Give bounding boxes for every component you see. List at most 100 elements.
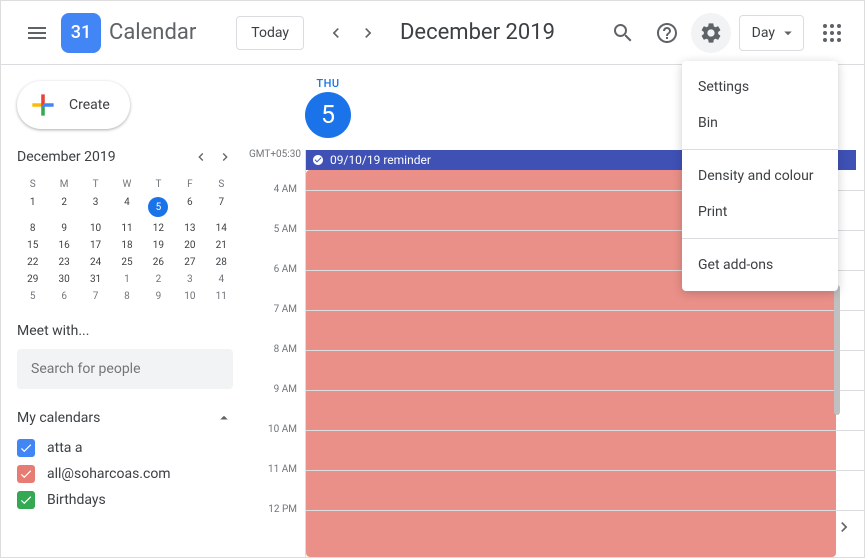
mini-prev-button[interactable] <box>189 145 213 169</box>
time-label: 12 PM <box>249 504 305 544</box>
view-selector[interactable]: Day <box>739 15 804 51</box>
time-label: 11 AM <box>249 464 305 504</box>
hour-line <box>306 470 864 510</box>
mini-day[interactable]: 28 <box>206 254 237 271</box>
calendar-checkbox[interactable] <box>17 439 35 457</box>
mini-day[interactable]: 10 <box>80 220 111 237</box>
mini-day[interactable]: 24 <box>80 254 111 271</box>
mini-day[interactable]: 8 <box>111 288 142 305</box>
time-label: 9 AM <box>249 384 305 424</box>
menu-item[interactable]: Settings <box>682 69 838 105</box>
menu-item[interactable]: Bin <box>682 105 838 141</box>
chevron-up-icon <box>215 409 233 427</box>
calendar-checkbox[interactable] <box>17 465 35 483</box>
hour-line <box>306 430 864 470</box>
mini-day[interactable]: 11 <box>206 288 237 305</box>
calendar-item-label: all@soharcoas.com <box>47 466 171 482</box>
time-label: 10 AM <box>249 424 305 464</box>
mini-day[interactable]: 6 <box>174 194 205 220</box>
menu-divider <box>682 149 838 150</box>
side-panel-toggle[interactable] <box>832 515 856 539</box>
header: 31 Calendar Today December 2019 Day <box>1 1 864 65</box>
mini-day[interactable]: 4 <box>206 271 237 288</box>
mini-day[interactable]: 5 <box>17 288 48 305</box>
mini-day[interactable]: 19 <box>143 237 174 254</box>
mini-day[interactable]: 2 <box>143 271 174 288</box>
mini-day[interactable]: 15 <box>17 237 48 254</box>
mini-day[interactable]: 7 <box>206 194 237 220</box>
mini-day[interactable]: 21 <box>206 237 237 254</box>
mini-dow: F <box>174 175 205 194</box>
mini-day[interactable]: 5 <box>143 194 174 220</box>
create-button-label: Create <box>69 97 110 113</box>
help-icon[interactable] <box>647 13 687 53</box>
calendar-checkbox[interactable] <box>17 491 35 509</box>
mini-day[interactable]: 30 <box>48 271 79 288</box>
time-label: 6 AM <box>249 264 305 304</box>
chevron-down-icon <box>779 24 797 42</box>
mini-day[interactable]: 1 <box>17 194 48 220</box>
mini-dow: W <box>111 175 142 194</box>
scrollbar[interactable] <box>834 285 840 415</box>
mini-day[interactable]: 6 <box>48 288 79 305</box>
mini-calendar: December 2019 SMTWTFS1234567891011121314… <box>17 145 249 305</box>
mini-day[interactable]: 29 <box>17 271 48 288</box>
next-period-button[interactable] <box>352 17 384 49</box>
hour-line <box>306 390 864 430</box>
mini-day[interactable]: 11 <box>111 220 142 237</box>
mini-day[interactable]: 20 <box>174 237 205 254</box>
search-people-input[interactable] <box>17 349 233 389</box>
mini-day[interactable]: 27 <box>174 254 205 271</box>
meet-with-label: Meet with... <box>17 323 249 339</box>
mini-day[interactable]: 22 <box>17 254 48 271</box>
today-button[interactable]: Today <box>236 16 304 50</box>
settings-icon[interactable] <box>691 13 731 53</box>
mini-day[interactable]: 14 <box>206 220 237 237</box>
create-button[interactable]: Create <box>17 81 130 129</box>
allday-event-title: 09/10/19 reminder <box>330 153 431 167</box>
time-label: 4 AM <box>249 184 305 224</box>
menu-item[interactable]: Density and colour <box>682 158 838 194</box>
mini-day[interactable]: 16 <box>48 237 79 254</box>
mini-dow: S <box>17 175 48 194</box>
mini-next-button[interactable] <box>213 145 237 169</box>
plus-icon <box>27 89 59 121</box>
hour-line <box>306 350 864 390</box>
mini-day[interactable]: 4 <box>111 194 142 220</box>
current-range-label: December 2019 <box>400 20 599 45</box>
calendar-item[interactable]: Birthdays <box>17 487 249 513</box>
google-apps-icon[interactable] <box>812 13 852 53</box>
mini-day[interactable]: 10 <box>174 288 205 305</box>
mini-day[interactable]: 8 <box>17 220 48 237</box>
my-calendars-label: My calendars <box>17 410 100 426</box>
mini-day[interactable]: 17 <box>80 237 111 254</box>
mini-day[interactable]: 25 <box>111 254 142 271</box>
mini-day[interactable]: 3 <box>80 194 111 220</box>
my-calendars-header[interactable]: My calendars <box>17 409 249 427</box>
prev-period-button[interactable] <box>320 17 352 49</box>
mini-day[interactable]: 9 <box>48 220 79 237</box>
menu-item[interactable]: Get add-ons <box>682 247 838 283</box>
mini-day[interactable]: 18 <box>111 237 142 254</box>
settings-menu: SettingsBin Density and colourPrint Get ad… <box>682 61 838 291</box>
mini-day[interactable]: 13 <box>174 220 205 237</box>
calendar-item-label: Birthdays <box>47 492 106 508</box>
calendar-item[interactable]: atta a <box>17 435 249 461</box>
mini-day[interactable]: 23 <box>48 254 79 271</box>
mini-day[interactable]: 9 <box>143 288 174 305</box>
mini-day[interactable]: 1 <box>111 271 142 288</box>
time-label: 8 AM <box>249 344 305 384</box>
mini-day[interactable]: 31 <box>80 271 111 288</box>
hamburger-menu-icon[interactable] <box>13 9 61 57</box>
search-icon[interactable] <box>603 13 643 53</box>
mini-day[interactable]: 12 <box>143 220 174 237</box>
day-number[interactable]: 5 <box>305 92 351 138</box>
menu-item[interactable]: Print <box>682 194 838 230</box>
calendar-item[interactable]: all@soharcoas.com <box>17 461 249 487</box>
mini-calendar-month: December 2019 <box>17 149 116 165</box>
view-selector-label: Day <box>752 25 775 41</box>
mini-day[interactable]: 2 <box>48 194 79 220</box>
mini-day[interactable]: 3 <box>174 271 205 288</box>
mini-day[interactable]: 26 <box>143 254 174 271</box>
mini-day[interactable]: 7 <box>80 288 111 305</box>
